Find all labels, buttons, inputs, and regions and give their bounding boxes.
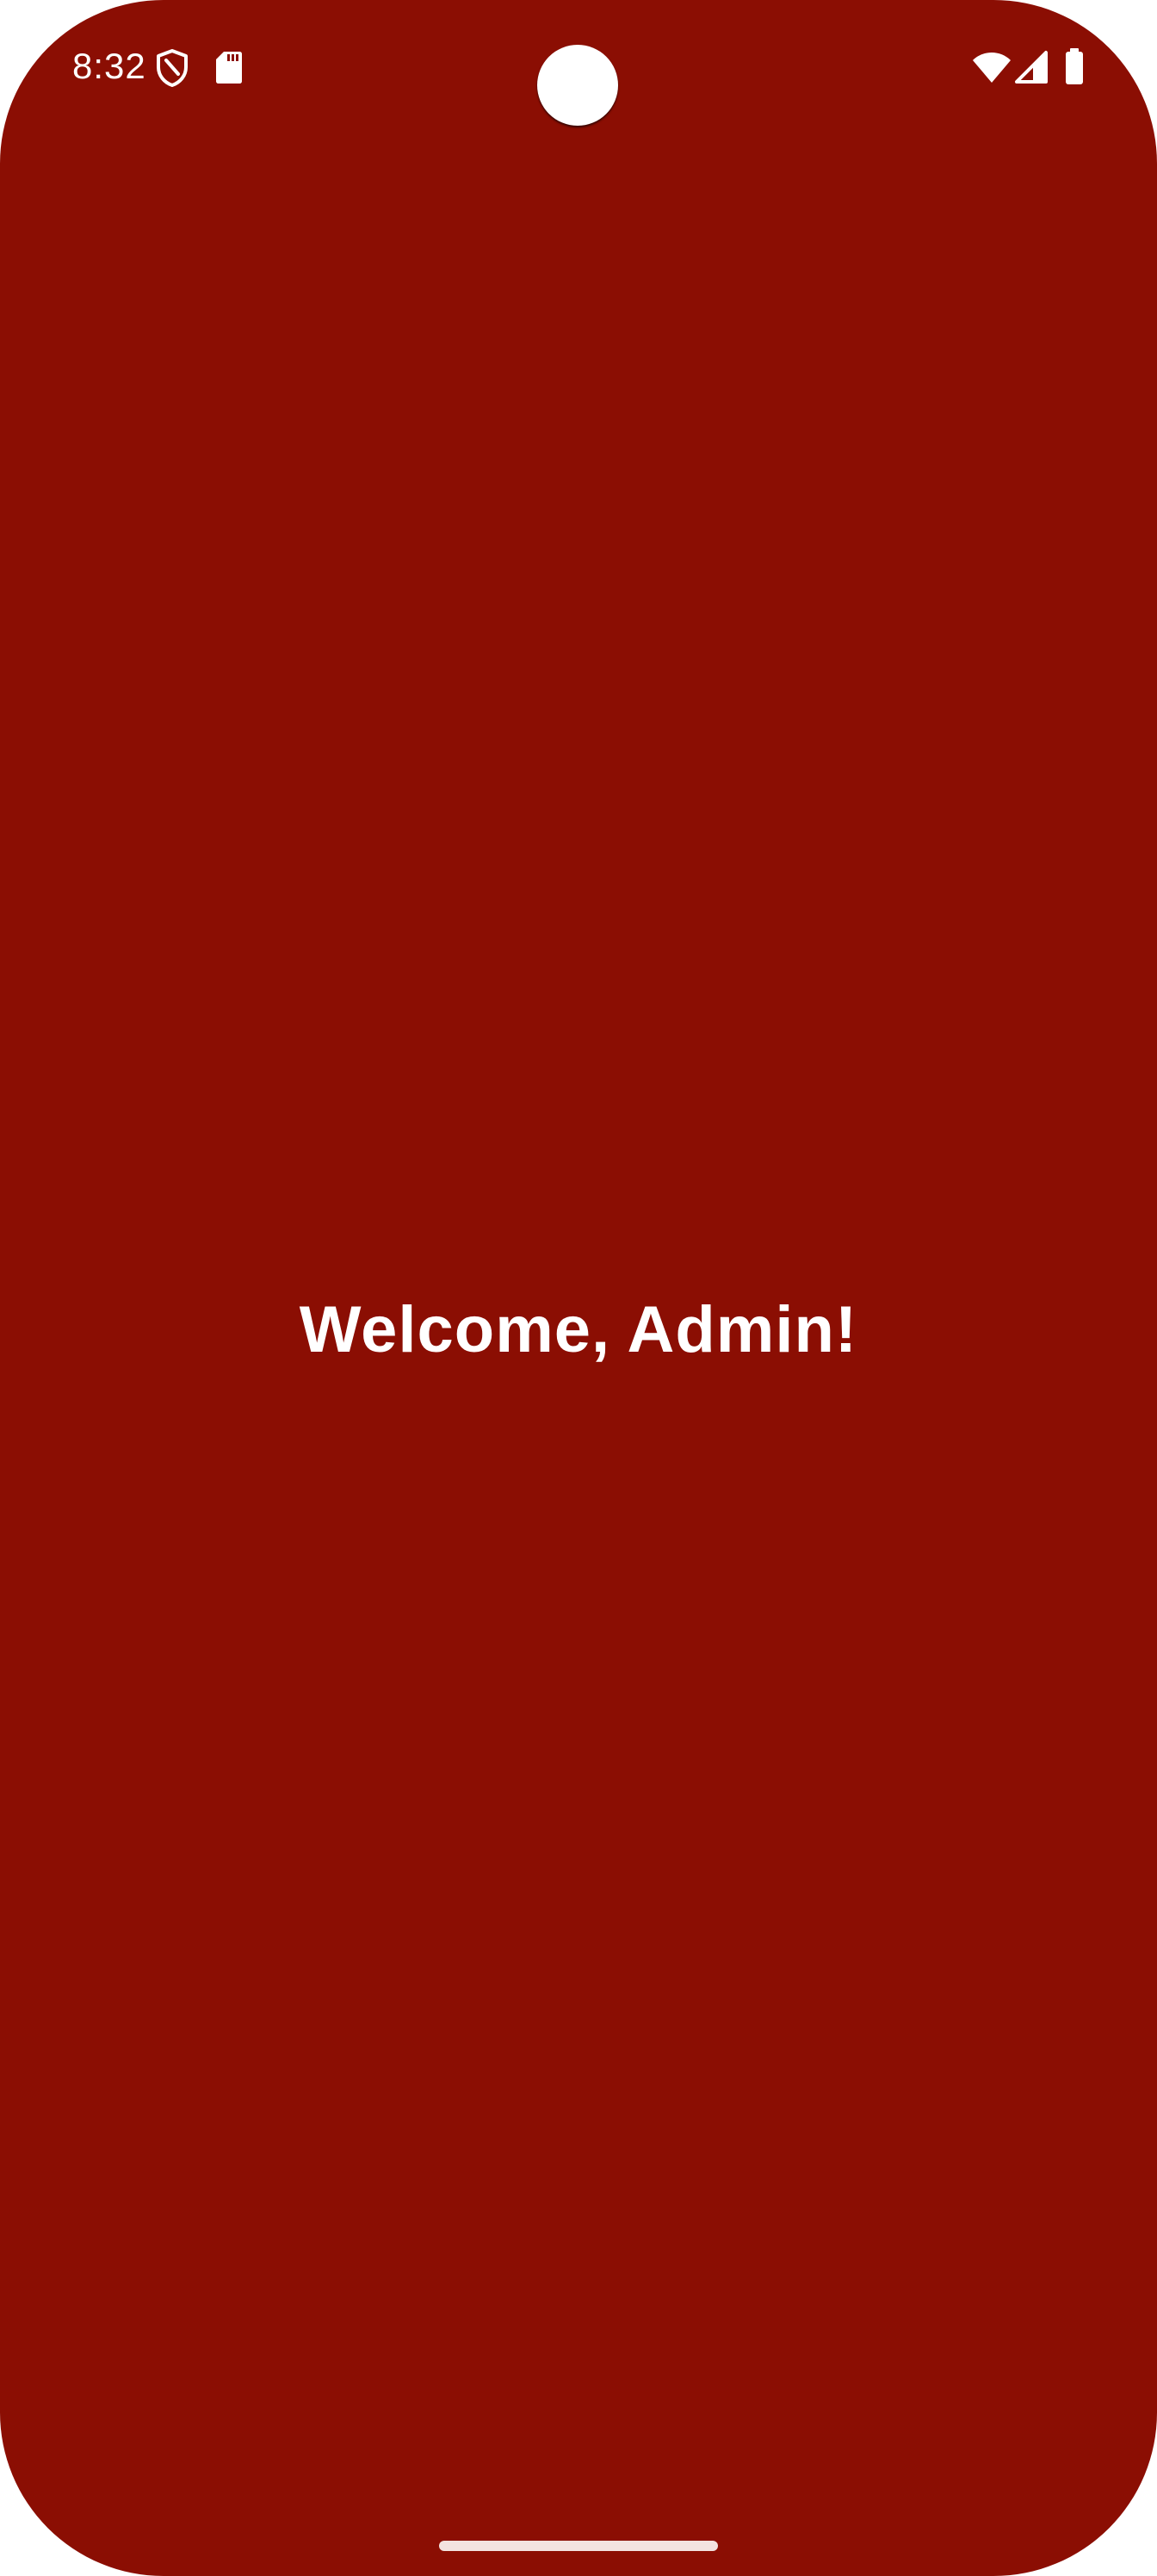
- wifi-icon: [973, 53, 1011, 83]
- front-camera: [537, 45, 618, 126]
- gesture-handle[interactable]: [439, 2541, 718, 2551]
- welcome-heading: Welcome, Admin!: [299, 1292, 858, 1366]
- cellular-signal-icon: [1015, 51, 1048, 84]
- status-time: 8:32: [72, 46, 146, 86]
- battery-icon: [1066, 48, 1083, 84]
- status-bar: 8:32: [0, 0, 1157, 138]
- sd-card-icon: [216, 52, 242, 84]
- phone-screen: 8:32 Welcome, Admin!: [0, 0, 1157, 2576]
- shield-icon: [157, 49, 188, 87]
